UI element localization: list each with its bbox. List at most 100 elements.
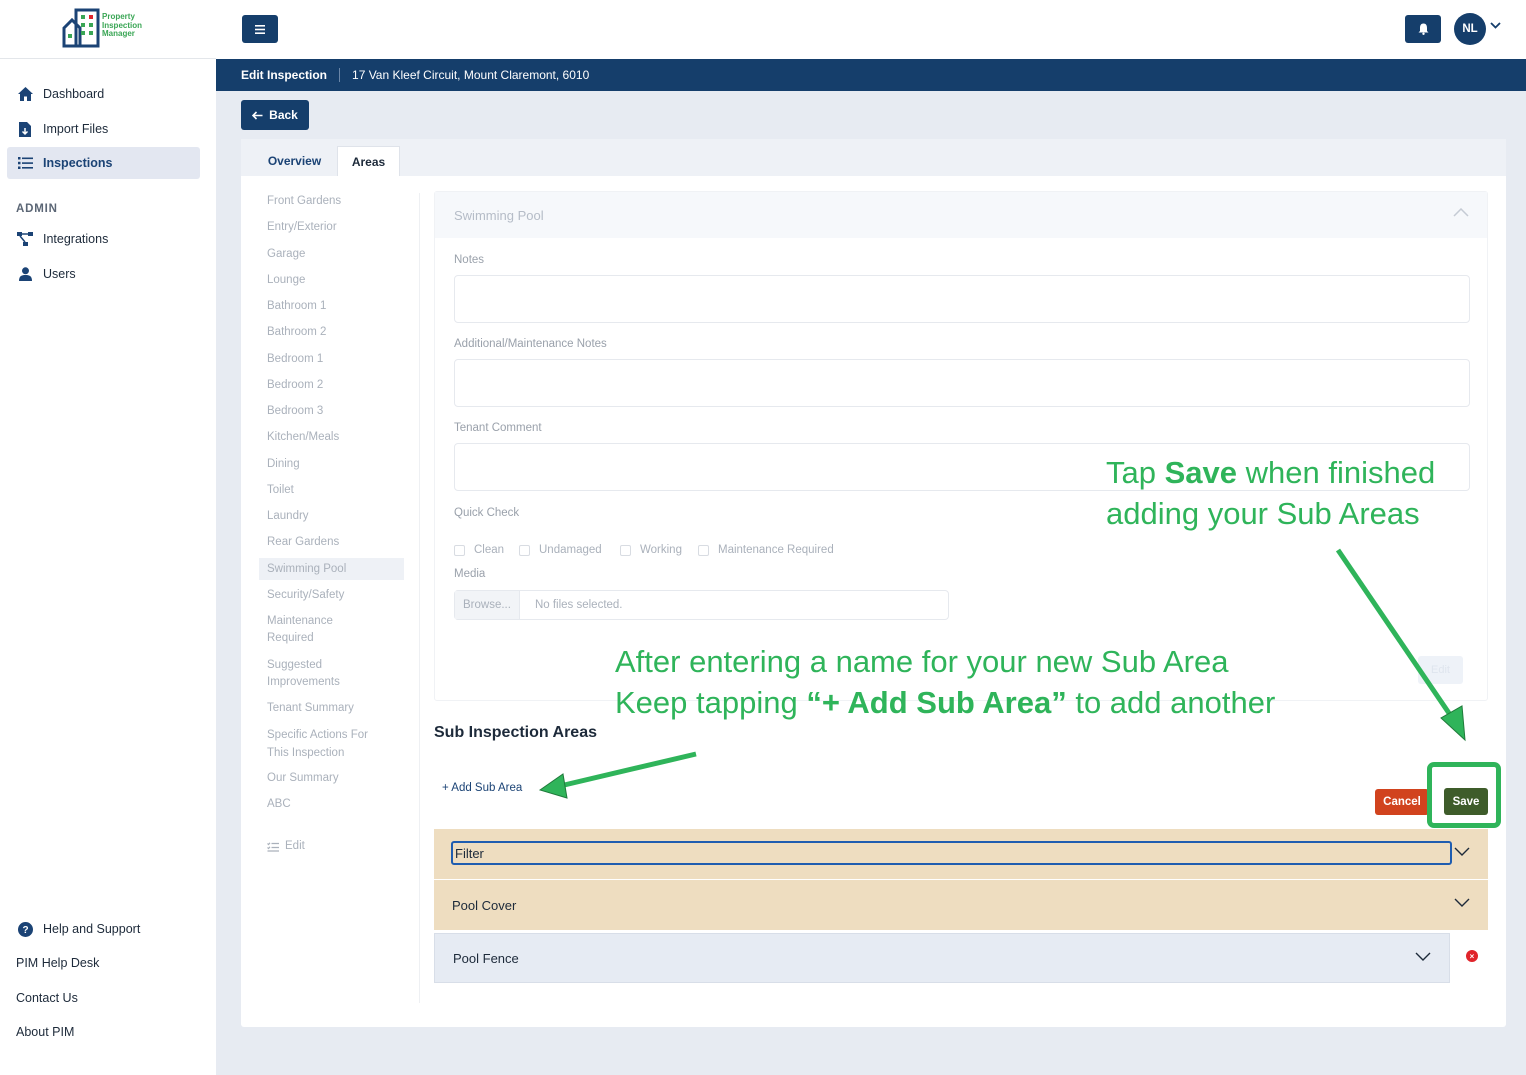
area-item-swimming-pool[interactable]: Swimming Pool — [259, 558, 404, 580]
edit-areas-label: Edit — [285, 840, 305, 852]
area-item-maintenance-required[interactable]: Maintenance Required — [259, 613, 359, 647]
notes-textarea[interactable] — [454, 275, 1470, 323]
inspection-address: 17 Van Kleef Circuit, Mount Claremont, 6… — [352, 68, 590, 82]
sidebar-item-label: Import Files — [43, 122, 109, 136]
annotation-text: when finished — [1237, 455, 1436, 490]
annotation-text: Keep tapping — [615, 685, 807, 720]
tab-overview[interactable]: Overview — [255, 146, 334, 176]
delete-sub-area-icon[interactable]: × — [1466, 950, 1478, 962]
quick-check-label: Quick Check — [454, 507, 520, 519]
help-support-link[interactable]: ? Help and Support — [7, 913, 200, 945]
area-item-specific-actions[interactable]: Specific Actions For This Inspection — [259, 726, 384, 762]
area-item-our-summary[interactable]: Our Summary — [259, 770, 404, 787]
panel-edit-button[interactable]: Edit — [1418, 656, 1463, 684]
pim-help-desk-link[interactable]: PIM Help Desk — [16, 956, 99, 970]
area-item-laundry[interactable]: Laundry — [259, 508, 404, 525]
avatar[interactable]: NL — [1454, 13, 1486, 45]
maintenance-notes-textarea[interactable] — [454, 359, 1470, 407]
quick-check-working[interactable]: Working — [620, 544, 682, 556]
hamburger-icon — [255, 24, 265, 34]
menu-toggle-button[interactable] — [242, 15, 278, 43]
sub-area-name-input[interactable] — [451, 841, 1452, 865]
about-pim-link[interactable]: About PIM — [16, 1025, 74, 1039]
pim-logo[interactable]: Property Inspection Manager — [58, 6, 158, 50]
list-icon — [17, 155, 33, 171]
tenant-comment-label: Tenant Comment — [454, 422, 542, 434]
quick-check-clean[interactable]: Clean — [454, 544, 504, 556]
tab-areas[interactable]: Areas — [337, 146, 400, 176]
area-item-toilet[interactable]: Toilet — [259, 482, 404, 499]
area-item-bathroom-1[interactable]: Bathroom 1 — [259, 298, 404, 315]
sidebar-item-label: Users — [43, 267, 76, 281]
area-item-kitchen-meals[interactable]: Kitchen/Meals — [259, 429, 404, 446]
browse-button[interactable]: Browse... — [455, 591, 520, 619]
sidebar-item-dashboard[interactable]: Dashboard — [7, 78, 200, 110]
area-item-front-gardens[interactable]: Front Gardens — [259, 193, 404, 210]
svg-text:?: ? — [22, 925, 28, 936]
cancel-button[interactable]: Cancel — [1375, 789, 1429, 815]
sub-area-row-pool-fence[interactable]: Pool Fence — [434, 933, 1450, 983]
area-item-tenant-summary[interactable]: Tenant Summary — [259, 700, 404, 717]
notifications-button[interactable] — [1405, 15, 1441, 43]
media-file-input[interactable]: Browse... No files selected. — [454, 590, 949, 620]
area-item-suggested-improvements[interactable]: Suggested Improvements — [259, 657, 359, 691]
back-button[interactable]: Back — [241, 100, 309, 130]
checkbox-label: Clean — [474, 544, 505, 556]
area-item-garage[interactable]: Garage — [259, 246, 404, 263]
save-highlight-box — [1427, 762, 1501, 828]
checkbox[interactable] — [454, 544, 465, 556]
contact-us-link[interactable]: Contact Us — [16, 991, 78, 1005]
checkbox[interactable] — [519, 544, 530, 556]
area-item-bedroom-1[interactable]: Bedroom 1 — [259, 351, 404, 368]
chevron-up-icon[interactable] — [1453, 208, 1469, 217]
inspection-card: Overview Areas Front Gardens Entry/Exter… — [241, 139, 1506, 1027]
user-icon — [17, 266, 33, 282]
chevron-down-icon[interactable] — [1490, 22, 1501, 29]
checkbox-label: Maintenance Required — [718, 544, 834, 556]
network-icon — [17, 231, 33, 247]
quick-check-undamaged[interactable]: Undamaged — [519, 544, 602, 556]
annotation-add-tip: After entering a name for your new Sub A… — [615, 641, 1275, 723]
panel-title: Swimming Pool — [454, 207, 544, 223]
chevron-down-icon[interactable] — [1415, 952, 1431, 961]
sub-areas-title: Sub Inspection Areas — [434, 724, 597, 741]
sidebar-item-label: Integrations — [43, 232, 109, 246]
sidebar: Property Inspection Manager Dashboard Impo… — [0, 0, 216, 1075]
checkbox[interactable] — [698, 544, 709, 556]
area-item-bedroom-3[interactable]: Bedroom 3 — [259, 403, 404, 420]
area-item-lounge[interactable]: Lounge — [259, 272, 404, 289]
quick-check-maintenance-required[interactable]: Maintenance Required — [698, 544, 834, 556]
logo-text: Property Inspection Manager — [102, 12, 143, 38]
media-label: Media — [454, 568, 486, 580]
annotation-text: adding your Sub Areas — [1106, 496, 1420, 531]
checkbox[interactable] — [620, 544, 631, 556]
sidebar-item-integrations[interactable]: Integrations — [7, 223, 200, 255]
header-separator — [339, 68, 341, 82]
annotation-save-tip: Tap Save when finished adding your Sub A… — [1106, 452, 1435, 534]
panel-header[interactable]: Swimming Pool — [435, 192, 1487, 238]
topbar: NL — [216, 0, 1526, 59]
area-item-bathroom-2[interactable]: Bathroom 2 — [259, 324, 404, 341]
area-item-abc[interactable]: ABC — [259, 796, 404, 813]
edit-areas-button[interactable]: Edit — [259, 838, 404, 855]
sub-area-row-pool-cover[interactable]: Pool Cover — [434, 880, 1488, 930]
sidebar-item-inspections[interactable]: Inspections — [7, 147, 200, 179]
area-item-security-safety[interactable]: Security/Safety — [259, 587, 404, 604]
sidebar-item-import-files[interactable]: Import Files — [7, 113, 200, 145]
area-item-rear-gardens[interactable]: Rear Gardens — [259, 534, 404, 551]
sidebar-divider — [0, 58, 216, 59]
sidebar-item-users[interactable]: Users — [7, 258, 200, 290]
area-item-bedroom-2[interactable]: Bedroom 2 — [259, 377, 404, 394]
chevron-down-icon[interactable] — [1454, 898, 1470, 907]
tab-bar — [241, 139, 1506, 176]
annotation-text: Tap — [1106, 455, 1165, 490]
area-item-dining[interactable]: Dining — [259, 456, 404, 473]
add-sub-area-button[interactable]: + Add Sub Area — [442, 782, 522, 794]
file-import-icon — [17, 121, 33, 137]
list-check-icon — [267, 841, 279, 852]
back-label: Back — [269, 108, 298, 122]
page-title: Edit Inspection — [241, 68, 328, 82]
area-item-entry-exterior[interactable]: Entry/Exterior — [259, 219, 404, 236]
sub-area-row-filter[interactable] — [434, 829, 1488, 879]
chevron-down-icon[interactable] — [1454, 847, 1470, 856]
